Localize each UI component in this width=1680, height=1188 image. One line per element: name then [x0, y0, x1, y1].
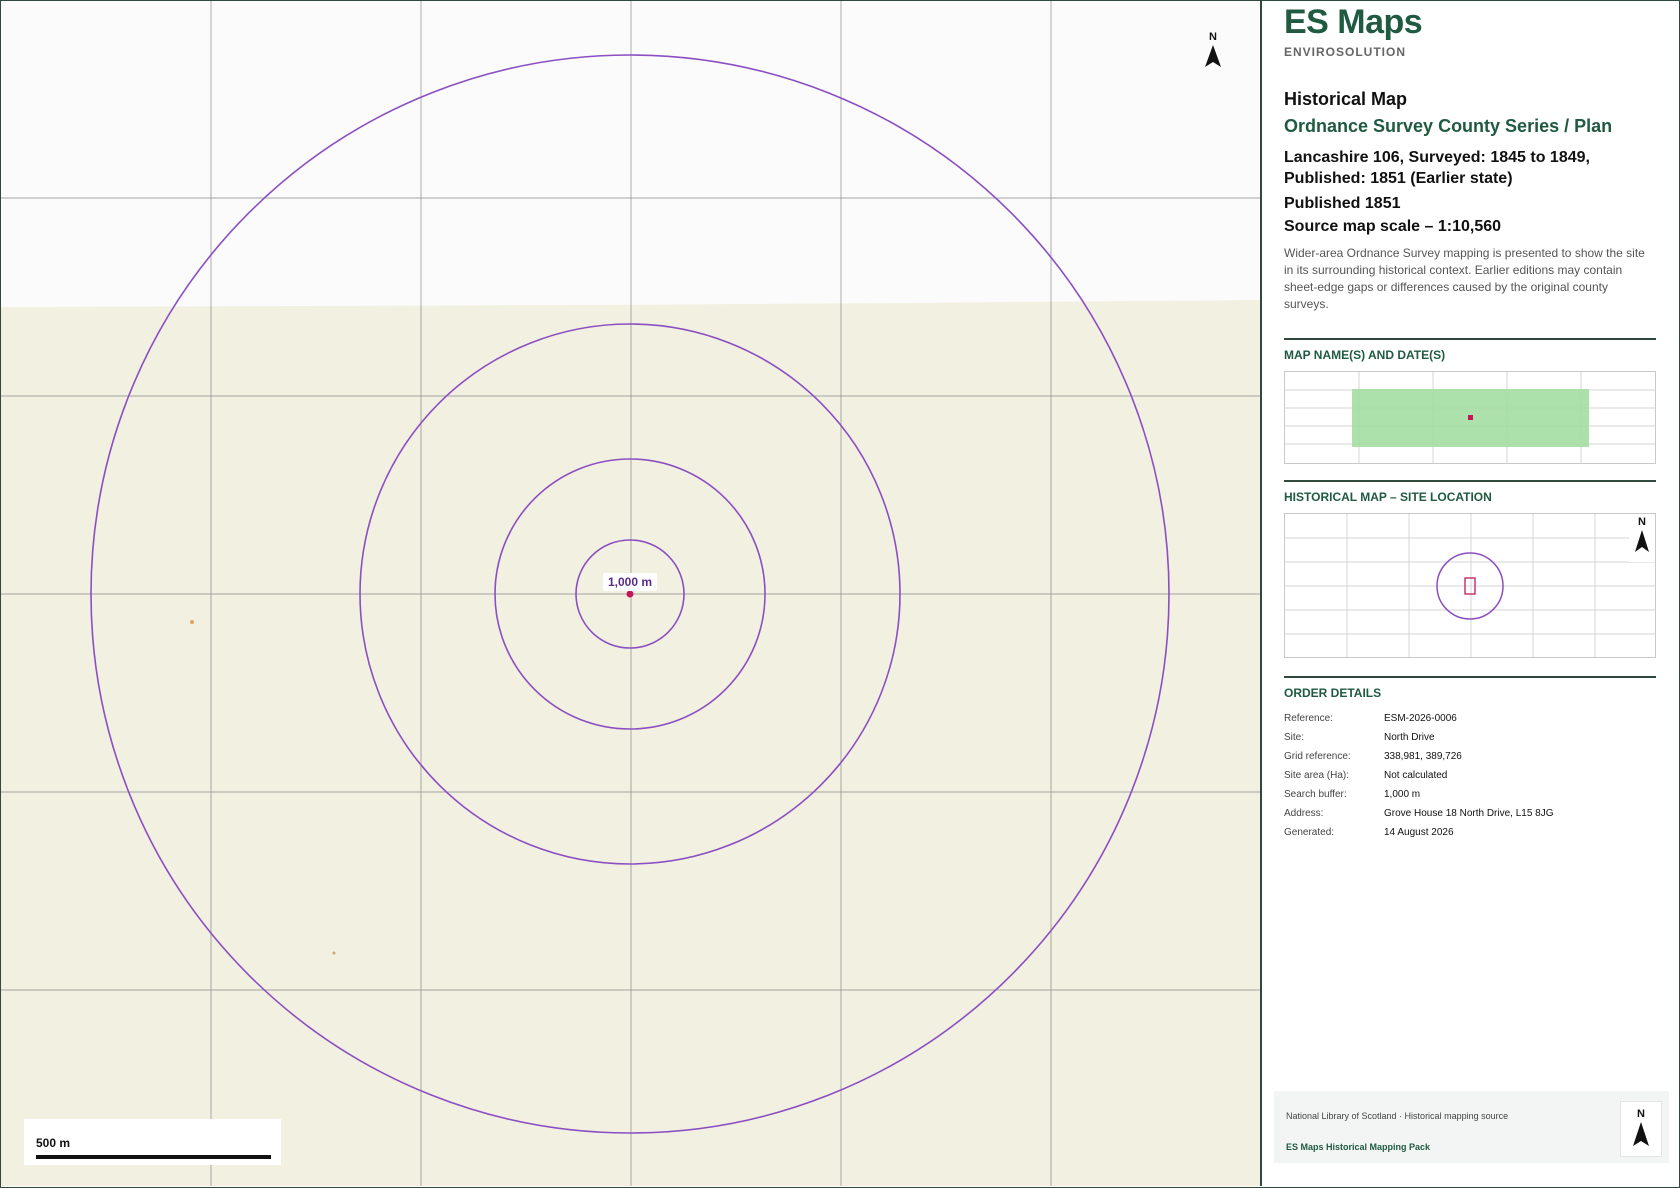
paper-speck: [190, 620, 194, 624]
order-value: 1,000 m: [1384, 789, 1421, 800]
order-row: Reference: ESM-2026-0006: [1284, 709, 1656, 728]
north-arrow-icon: [1205, 45, 1221, 67]
section-title-map-names: MAP NAME(S) AND DATE(S): [1284, 348, 1446, 362]
order-details-list: Reference: ESM-2026-0006 Site: North Drive…: [1284, 709, 1656, 842]
map-coverage-diagram[interactable]: [1284, 371, 1656, 464]
scale-bar: 500 m: [24, 1119, 281, 1165]
order-key: Address:: [1284, 808, 1324, 819]
order-key: Reference:: [1284, 713, 1333, 724]
north-label: N: [1637, 1108, 1645, 1120]
order-row: Address: Grove House 18 North Drive, L15 …: [1284, 804, 1656, 823]
order-key: Site:: [1284, 732, 1305, 743]
brand-logo: ES Maps: [1284, 3, 1423, 41]
scale-bar-label: 500 m: [36, 1136, 71, 1150]
order-value: 338,981, 389,726: [1384, 751, 1462, 762]
north-label: N: [1209, 31, 1217, 43]
order-key: Generated:: [1284, 827, 1335, 838]
north-label: N: [1638, 516, 1646, 528]
map-type-title: Historical Map: [1284, 89, 1408, 109]
order-value: ESM-2026-0006: [1384, 713, 1457, 724]
north-arrow: N: [1201, 31, 1225, 72]
pack-name: ES Maps Historical Mapping Pack: [1286, 1142, 1431, 1152]
panel-footer: National Library of Scotland · Historica…: [1274, 1091, 1669, 1163]
paper-speck: [332, 951, 336, 955]
map-canvas[interactable]: [1, 1, 1260, 1186]
order-value: Not calculated: [1384, 770, 1448, 781]
order-key: Search buffer:: [1284, 789, 1347, 800]
order-row: Generated: 14 August 2026: [1284, 823, 1656, 842]
brand-subtitle: ENVIROSOLUTION: [1284, 45, 1407, 59]
section-title-site-location: HISTORICAL MAP – SITE LOCATION: [1284, 490, 1492, 504]
section-divider: [1284, 338, 1656, 340]
section-divider: [1284, 480, 1656, 482]
buffer-ring-label: 1,000 m: [603, 573, 658, 591]
published-year: Published 1851: [1284, 195, 1401, 212]
site-marker-mini: [1468, 415, 1473, 420]
order-value: 14 August 2026: [1384, 827, 1454, 838]
info-panel: ES Maps ENVIROSOLUTION Historical Map Or…: [1262, 1, 1678, 1186]
section-title-order-details: ORDER DETAILS: [1284, 686, 1382, 700]
order-row: Site: North Drive: [1284, 728, 1656, 747]
section-divider: [1284, 676, 1656, 678]
north-arrow-icon: [1633, 1122, 1649, 1146]
order-value: North Drive: [1384, 732, 1435, 743]
map-sheet-info: Lancashire 106, Surveyed: 1845 to 1849, …: [1284, 149, 1590, 187]
historical-map-view[interactable]: N 1,000 m 500 m: [1, 1, 1262, 1186]
site-location-map[interactable]: N: [1284, 513, 1656, 658]
order-key: Site area (Ha):: [1284, 770, 1350, 781]
source-map-scale: Source map scale – 1:10,560: [1284, 218, 1502, 235]
site-location-canvas: [1285, 514, 1655, 657]
source-attribution: National Library of Scotland · Historica…: [1286, 1111, 1509, 1121]
coverage-diagram-canvas: [1285, 372, 1655, 463]
order-row: Search buffer: 1,000 m: [1284, 785, 1656, 804]
order-row: Site area (Ha): Not calculated: [1284, 766, 1656, 785]
north-arrow-icon: [1635, 530, 1649, 552]
map-series-title: Ordnance Survey County Series / Plan: [1284, 116, 1613, 136]
order-key: Grid reference:: [1284, 751, 1351, 762]
sheet-gap-area: [1, 1, 1260, 307]
site-location-north: N: [1629, 516, 1655, 562]
map-description: Wider-area Ordnance Survey mapping is pr…: [1284, 246, 1645, 311]
order-value: Grove House 18 North Drive, L15 8JG: [1384, 808, 1554, 819]
footer-north-arrow: N: [1620, 1101, 1662, 1157]
order-row: Grid reference: 338,981, 389,726: [1284, 747, 1656, 766]
site-marker[interactable]: [626, 590, 634, 598]
scale-bar-line: [36, 1155, 271, 1159]
